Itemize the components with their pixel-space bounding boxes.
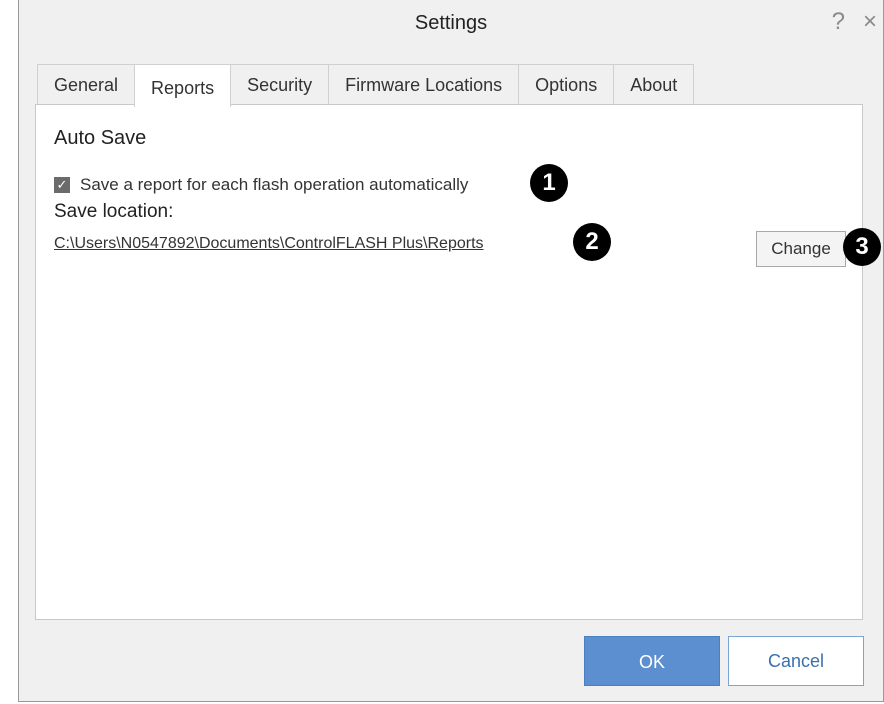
save-path-link[interactable]: C:\Users\N0547892\Documents\ControlFLASH…: [54, 235, 484, 253]
auto-save-heading: Auto Save: [54, 127, 147, 149]
tab-general[interactable]: General: [37, 64, 136, 105]
close-icon[interactable]: ×: [863, 8, 877, 36]
settings-dialog: Settings ? × General Reports Security Fi…: [18, 0, 884, 702]
tab-strip: General Reports Security Firmware Locati…: [37, 64, 695, 107]
callout-3: 3: [843, 228, 881, 266]
callout-2: 2: [573, 223, 611, 261]
auto-save-checkbox-row[interactable]: ✓ Save a report for each flash operation…: [54, 175, 468, 195]
tab-security[interactable]: Security: [230, 64, 330, 105]
callout-1: 1: [530, 164, 568, 202]
change-button[interactable]: Change: [756, 231, 846, 267]
help-icon[interactable]: ?: [832, 8, 845, 36]
tab-firmware-locations[interactable]: Firmware Locations: [328, 64, 520, 105]
cancel-button[interactable]: Cancel: [728, 636, 864, 686]
tab-reports[interactable]: Reports: [134, 64, 232, 107]
tab-about[interactable]: About: [613, 64, 695, 105]
title-bar: Settings ? ×: [19, 0, 883, 52]
save-location-label: Save location:: [54, 201, 174, 222]
reports-panel: Auto Save ✓ Save a report for each flash…: [35, 104, 863, 620]
auto-save-checkbox-label: Save a report for each flash operation a…: [80, 175, 469, 194]
tab-options[interactable]: Options: [518, 64, 615, 105]
window-title: Settings: [414, 12, 488, 34]
auto-save-checkbox[interactable]: ✓: [54, 177, 70, 193]
ok-button[interactable]: OK: [584, 636, 720, 686]
